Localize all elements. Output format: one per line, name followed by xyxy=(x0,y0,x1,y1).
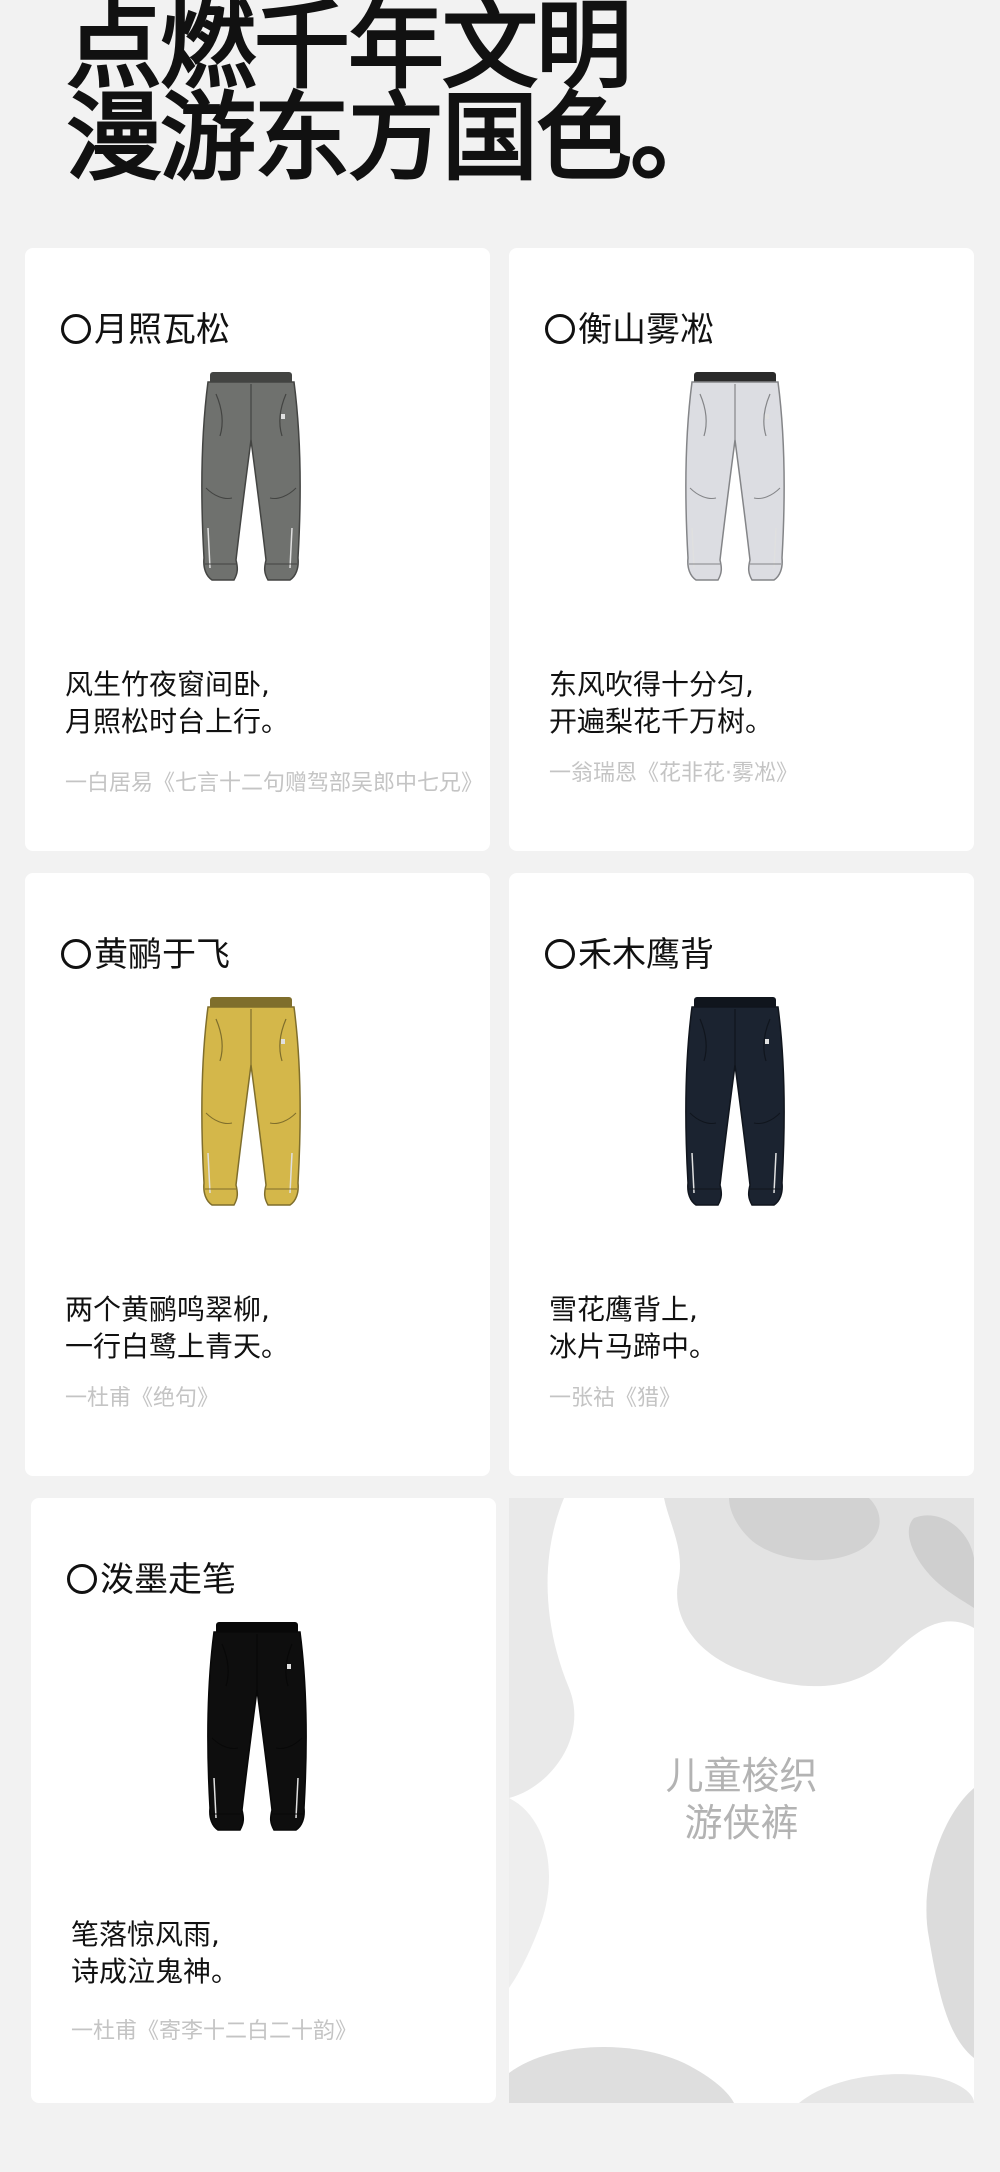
product-name: 泼墨走笔 xyxy=(100,1560,236,1600)
poem-source: 一张祜《猎》 xyxy=(549,1386,682,1411)
product-name: 月照瓦松 xyxy=(94,310,230,350)
promo-line-2: 游侠裤 xyxy=(684,1801,799,1845)
poem-line-2: 冰片马蹄中。 xyxy=(549,1330,718,1363)
pants-image xyxy=(201,997,301,1206)
headline-line-2: 漫游东方国色。 xyxy=(66,82,726,194)
promo-tile: 儿童梭织 游侠裤 xyxy=(509,1498,974,2103)
poem-line-1: 东风吹得十分匀, xyxy=(549,668,754,701)
poem: 笔落惊风雨, 诗成泣鬼神。 xyxy=(71,1916,239,1990)
poem: 东风吹得十分匀, 开遍梨花千万树。 xyxy=(549,666,773,740)
circle-icon xyxy=(61,313,91,344)
poem-source: 一白居易《七言十二句赠驾部吴郎中七兄》 xyxy=(65,771,484,796)
headline-line-1: 点燃千年文明 xyxy=(66,0,632,102)
poem-line-1: 雪花鹰背上, xyxy=(549,1293,698,1326)
poem-source: 一翁瑞恩《花非花·雾凇》 xyxy=(549,761,798,786)
product-title: 泼墨走笔 xyxy=(67,1560,236,1600)
poem: 两个黄鹂鸣翠柳, 一行白鹭上青天。 xyxy=(65,1291,289,1365)
circle-icon xyxy=(61,938,91,969)
product-name: 禾木鹰背 xyxy=(578,935,714,975)
pants-image xyxy=(685,997,785,1206)
product-card-huangli[interactable]: 黄鹂于飞 两个黄鹂鸣翠柳, 一行白鹭上青天。 一杜甫《绝句》 xyxy=(25,873,490,1476)
product-name: 衡山雾凇 xyxy=(578,310,714,350)
poem-line-1: 两个黄鹂鸣翠柳, xyxy=(65,1293,270,1326)
product-name: 黄鹂于飞 xyxy=(94,935,230,975)
product-card-hengshan[interactable]: 衡山雾凇 东风吹得十分匀, 开遍梨花千万树。 一翁瑞恩《花非花·雾凇》 xyxy=(509,248,974,851)
poem-line-1: 风生竹夜窗间卧, xyxy=(65,668,270,701)
pants-image xyxy=(201,372,301,581)
poem-line-2: 开遍梨花千万树。 xyxy=(549,705,774,738)
poem: 风生竹夜窗间卧, 月照松时台上行。 xyxy=(65,666,289,740)
product-card-yuezhao[interactable]: 月照瓦松 风生竹夜窗间卧, 月照松时台上行。 一白居易《七言十二句赠驾部吴郎中七… xyxy=(25,248,490,851)
product-card-pomo[interactable]: 泼墨走笔 笔落惊风雨, 诗成泣鬼神。 一杜甫《寄李十二白二十韵》 xyxy=(31,1498,496,2103)
poem-line-1: 笔落惊风雨, xyxy=(71,1918,220,1951)
product-title: 衡山雾凇 xyxy=(545,310,714,350)
poem-source: 一杜甫《绝句》 xyxy=(65,1386,220,1411)
headline: 点燃千年文明 漫游东方国色。 xyxy=(66,0,726,194)
poem-source: 一杜甫《寄李十二白二十韵》 xyxy=(71,2019,358,2044)
product-title: 禾木鹰背 xyxy=(545,935,714,975)
pants-image xyxy=(207,1622,307,1831)
poem-line-2: 一行白鹭上青天。 xyxy=(65,1330,290,1363)
product-title: 月照瓦松 xyxy=(61,310,230,350)
circle-icon xyxy=(545,313,575,344)
poem: 雪花鹰背上, 冰片马蹄中。 xyxy=(549,1291,717,1365)
product-title: 黄鹂于飞 xyxy=(61,935,230,975)
circle-icon xyxy=(67,1563,97,1594)
poem-line-2: 诗成泣鬼神。 xyxy=(71,1955,240,1988)
pants-image xyxy=(685,372,785,581)
product-card-hemu[interactable]: 禾木鹰背 雪花鹰背上, 冰片马蹄中。 一张祜《猎》 xyxy=(509,873,974,1476)
promo-label: 儿童梭织 游侠裤 xyxy=(509,1753,974,1847)
poem-line-2: 月照松时台上行。 xyxy=(65,705,290,738)
promo-line-1: 儿童梭织 xyxy=(665,1754,818,1798)
circle-icon xyxy=(545,938,575,969)
